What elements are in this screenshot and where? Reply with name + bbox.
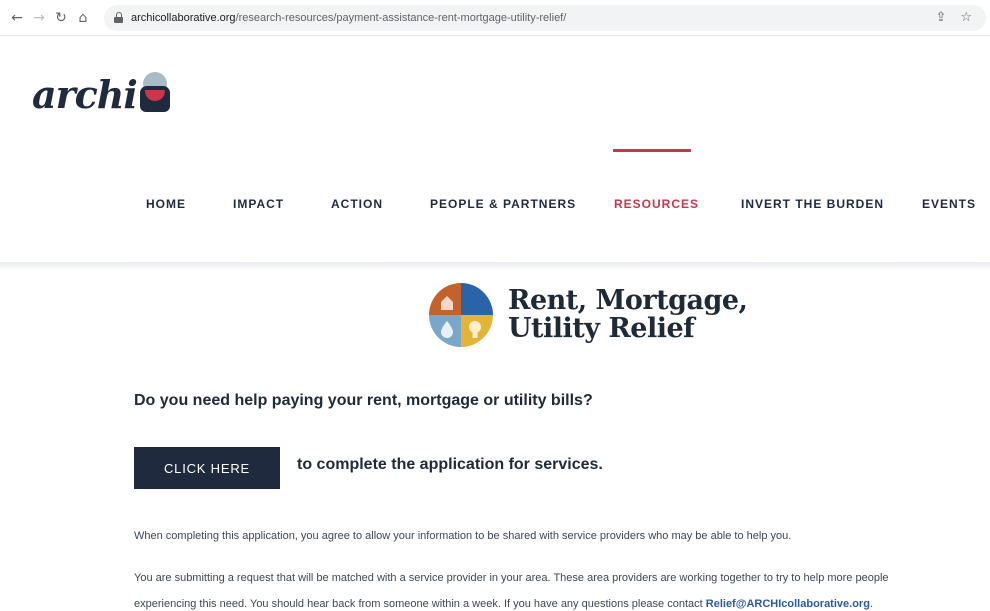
matching-paragraph-text: experiencing this need. You should hear … — [134, 598, 703, 610]
nav-home[interactable]: HOME — [146, 197, 186, 211]
header-shadow — [0, 262, 990, 270]
consent-paragraph: When completing this application, you ag… — [134, 530, 792, 542]
share-icon[interactable]: ⇪ — [935, 10, 946, 25]
click-here-button[interactable]: CLICK HERE — [134, 447, 280, 489]
nav-events[interactable]: EVENTS — [922, 197, 976, 211]
forward-icon[interactable]: → — [28, 7, 50, 29]
url-path: /research-resources/payment-assistance-r… — [235, 11, 567, 24]
nav-people-partners[interactable]: PEOPLE & PARTNERS — [430, 197, 576, 211]
site-header: archi HOME IMPACT ACTION PEOPLE & PARTNE… — [0, 37, 990, 262]
relief-title-line2: Utility Relief — [508, 313, 695, 344]
browser-toolbar: ← → ↻ ⌂ archicollaborative.org/research-… — [0, 0, 990, 36]
active-nav-indicator — [613, 149, 691, 152]
matching-paragraph-line1: You are submitting a request that will b… — [134, 572, 889, 584]
relief-title: Rent, Mortgage, Utility Relief — [508, 285, 748, 344]
logo-mark-icon — [139, 72, 170, 112]
url-domain: archicollaborative.org — [131, 11, 236, 24]
nav-invert-the-burden[interactable]: INVERT THE BURDEN — [741, 197, 884, 211]
main-nav: HOME IMPACT ACTION PEOPLE & PARTNERS RES… — [0, 197, 990, 217]
logo-text: archi — [32, 72, 138, 117]
help-question-heading: Do you need help paying your rent, mortg… — [134, 392, 593, 409]
lock-icon[interactable] — [114, 12, 123, 23]
nav-action[interactable]: ACTION — [331, 197, 383, 211]
relief-quadrant-icon — [429, 283, 493, 347]
nav-impact[interactable]: IMPACT — [233, 197, 284, 211]
reload-icon[interactable]: ↻ — [50, 7, 72, 29]
back-icon[interactable]: ← — [6, 7, 28, 29]
archi-logo[interactable]: archi — [32, 72, 170, 114]
address-bar[interactable]: archicollaborative.org/research-resource… — [104, 4, 986, 31]
application-cta-text: to complete the application for services… — [297, 456, 603, 473]
relief-title-line1: Rent, Mortgage, — [508, 285, 748, 316]
home-icon[interactable]: ⌂ — [72, 7, 94, 29]
matching-paragraph-line2: experiencing this need. You should hear … — [134, 598, 873, 610]
sentence-period: . — [869, 598, 873, 610]
relief-email-link[interactable]: Relief@ARCHIcollaborative.org — [706, 598, 870, 610]
relief-feature-logo: Rent, Mortgage, Utility Relief — [429, 282, 748, 348]
nav-resources[interactable]: RESOURCES — [614, 197, 699, 211]
bookmark-star-icon[interactable]: ☆ — [960, 10, 972, 25]
